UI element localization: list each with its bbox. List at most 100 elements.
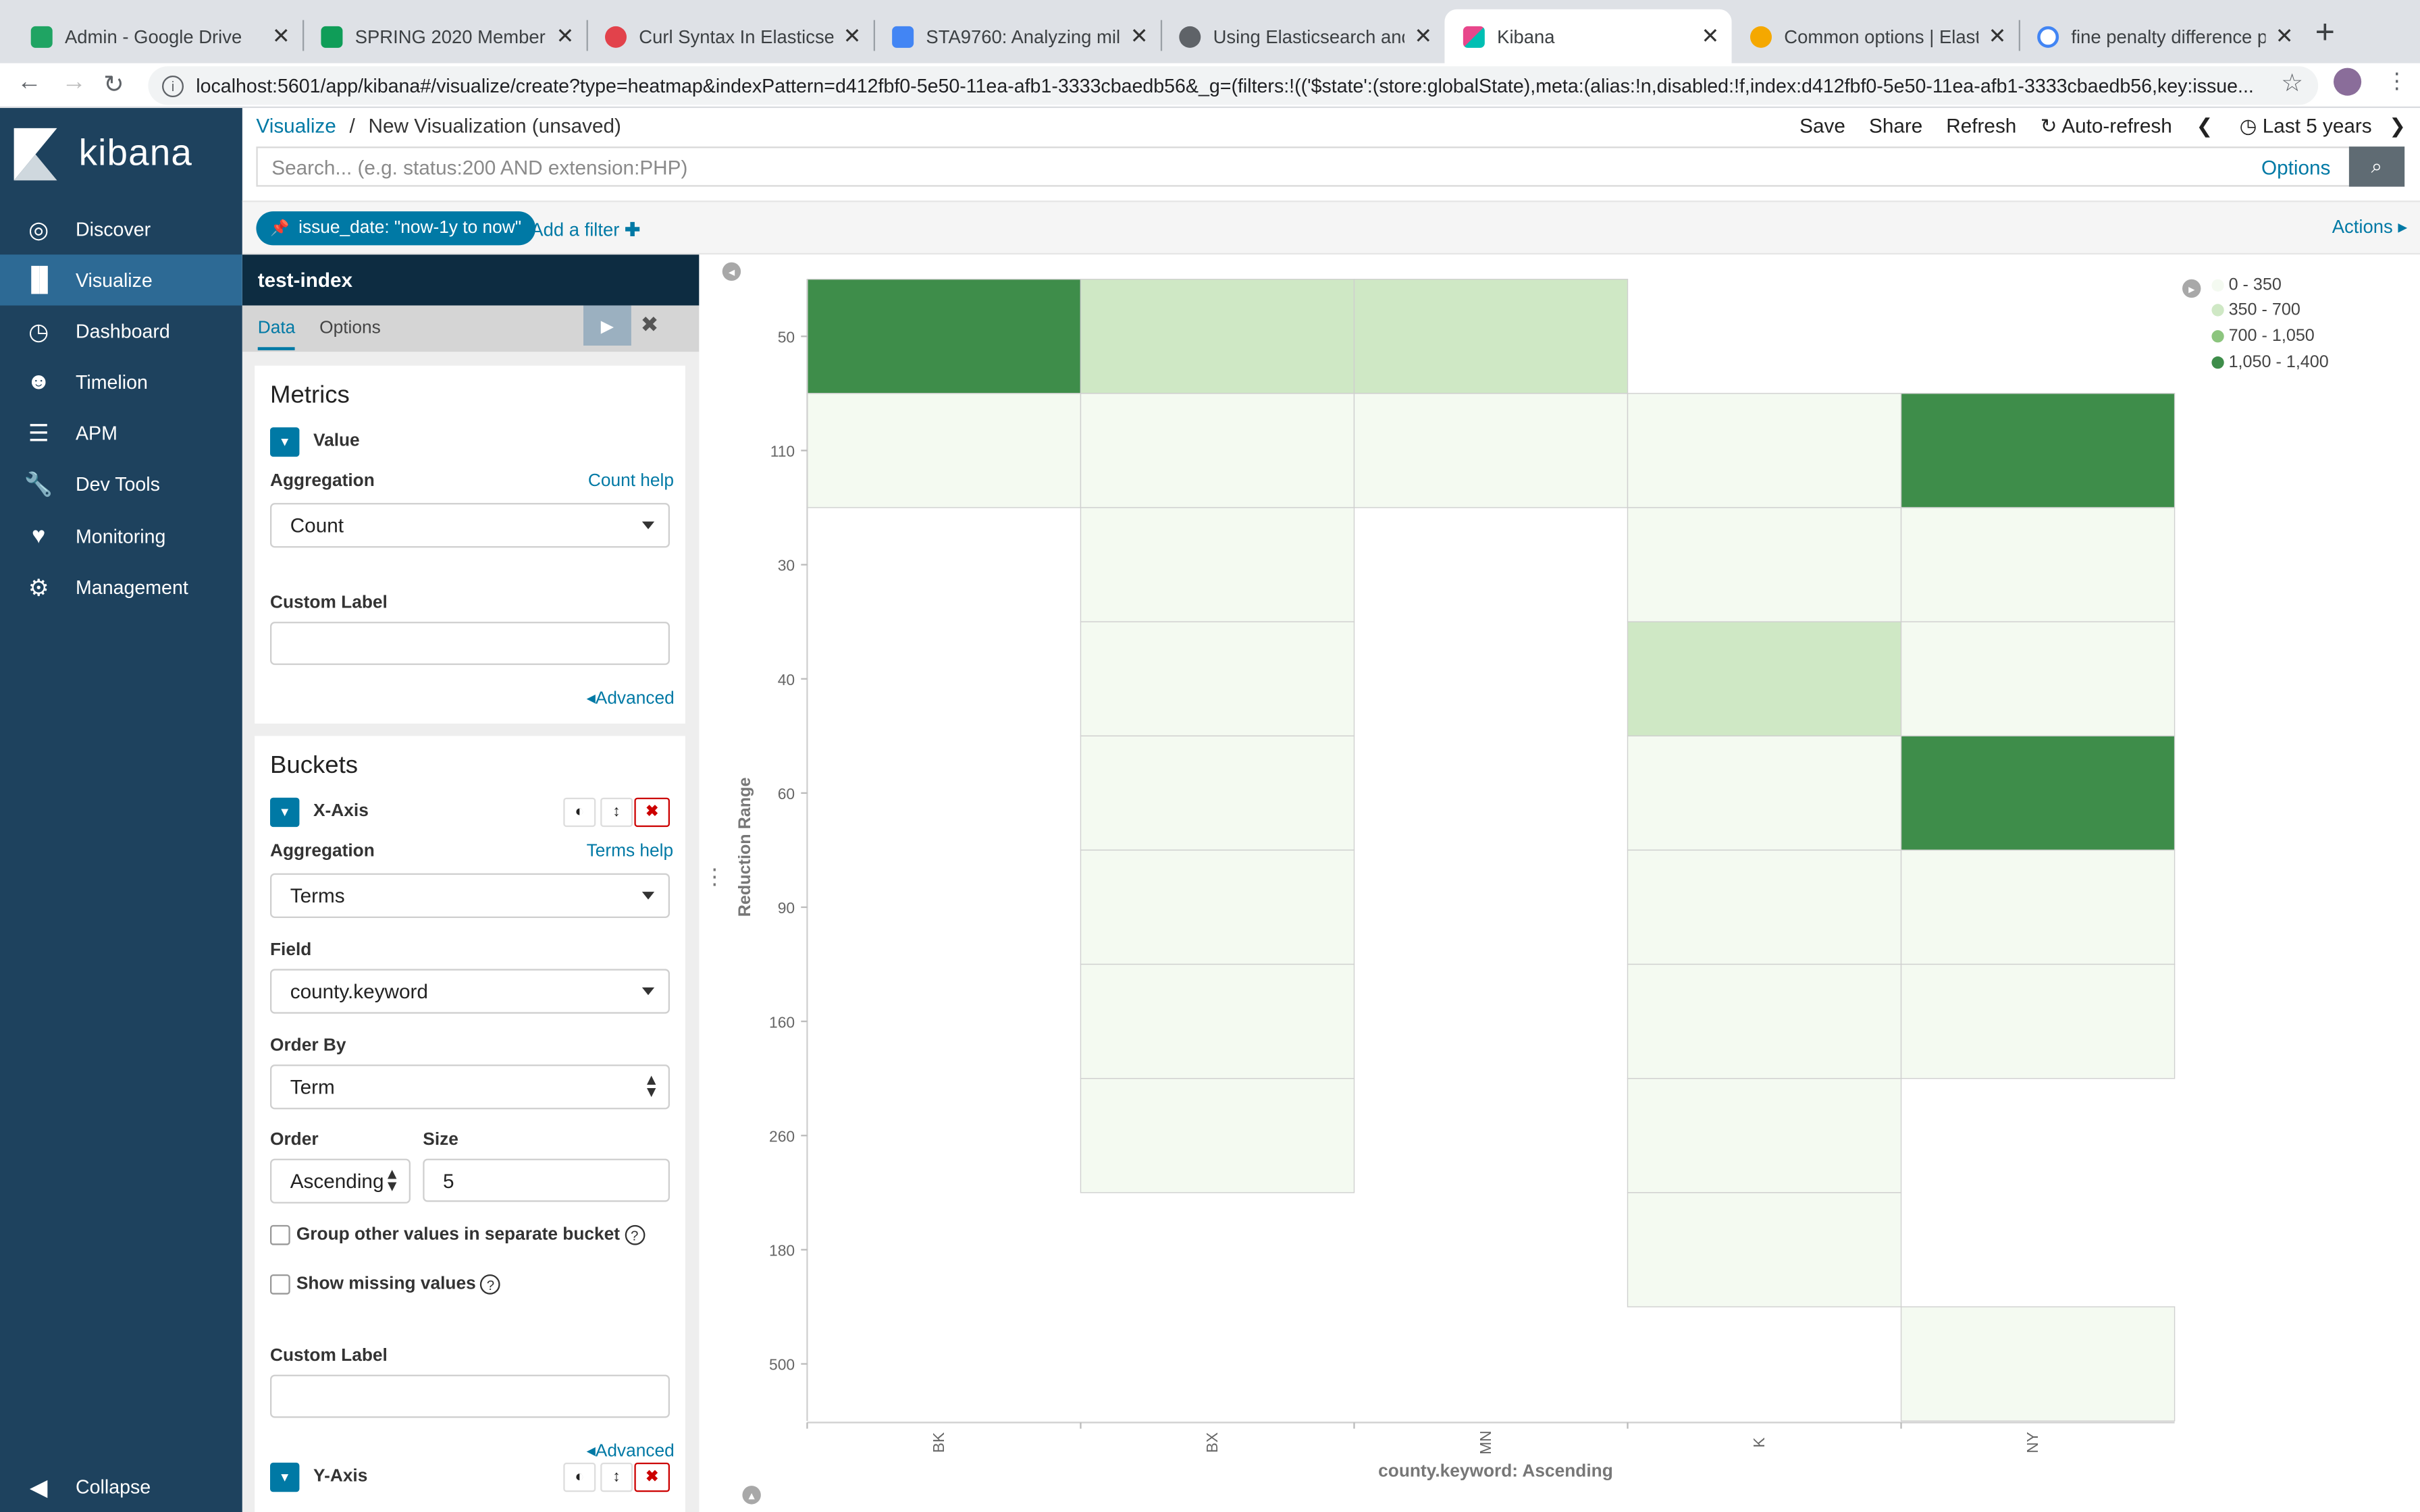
nav-collapse[interactable]: ◀ Collapse	[0, 1461, 242, 1512]
heatmap-cell[interactable]	[1900, 963, 2176, 1079]
tab-options[interactable]: Options	[319, 319, 381, 338]
chevron-down-icon[interactable]: ▼	[270, 1462, 300, 1492]
new-tab-button[interactable]: +	[2315, 12, 2335, 52]
add-filter-link[interactable]: Add a filter ✚	[531, 219, 640, 241]
heatmap-cell[interactable]	[1080, 1078, 1355, 1193]
heatmap-cell[interactable]	[1353, 393, 1629, 508]
heatmap-cell[interactable]	[1627, 507, 1902, 622]
nav-monitoring[interactable]: ♥ Monitoring	[0, 511, 242, 562]
close-icon[interactable]: ✕	[1989, 23, 2007, 49]
legend-item[interactable]: 700 - 1,050	[2211, 327, 2315, 346]
heatmap-cell[interactable]	[1900, 1306, 2176, 1422]
browser-tab[interactable]: Admin - Google Drive ✕	[12, 9, 302, 63]
heatmap-cell[interactable]	[1080, 735, 1355, 851]
heatmap-cell[interactable]	[1900, 393, 2176, 508]
group-other-checkbox[interactable]	[270, 1224, 290, 1245]
nav-timelion[interactable]: ☻ Timelion	[0, 356, 242, 407]
field-select[interactable]: county.keyword	[270, 969, 670, 1014]
expand-icon[interactable]: ▴	[742, 1486, 761, 1505]
nav-dev-tools[interactable]: 🔧 Dev Tools	[0, 458, 242, 509]
browser-tab-active[interactable]: Kibana ✕	[1444, 9, 1732, 63]
options-link[interactable]: Options	[2261, 155, 2330, 178]
nav-dashboard[interactable]: ◷ Dashboard	[0, 306, 242, 356]
heatmap-cell[interactable]	[1627, 849, 1902, 965]
time-picker[interactable]: ◷ Last 5 years	[2240, 114, 2372, 139]
close-icon[interactable]: ✕	[843, 23, 862, 49]
metric-aggregation-select[interactable]: Count	[270, 503, 670, 548]
heatmap-cell[interactable]	[1080, 963, 1355, 1079]
nav-discover[interactable]: ◎ Discover	[0, 204, 242, 254]
toggle-icon[interactable]: ◐	[563, 1462, 596, 1492]
heatmap-cell[interactable]	[1627, 1192, 1902, 1307]
forward-icon[interactable]: →	[61, 70, 86, 97]
heatmap-cell[interactable]	[1627, 963, 1902, 1079]
profile-avatar[interactable]	[2334, 68, 2362, 96]
resize-handle-icon[interactable]: ⋮	[704, 864, 725, 890]
legend-item[interactable]: 0 - 350	[2211, 276, 2282, 295]
order-by-select[interactable]: Term ▲ ▼	[270, 1064, 670, 1110]
heatmap-cell[interactable]	[1080, 849, 1355, 965]
heatmap-cell[interactable]	[1900, 849, 2176, 965]
remove-bucket-button[interactable]: ✖	[634, 797, 670, 828]
reorder-icon[interactable]: ↕	[600, 1462, 633, 1492]
help-icon[interactable]: ?	[480, 1274, 501, 1295]
heatmap-cell[interactable]	[1627, 1078, 1902, 1193]
apply-changes-button[interactable]: ▶	[583, 305, 631, 346]
discard-changes-button[interactable]: ✖	[641, 312, 659, 338]
nav-visualize[interactable]: ▐▌ Visualize	[0, 254, 242, 306]
heatmap-cell[interactable]	[1080, 507, 1355, 622]
heatmap-cell[interactable]	[1627, 735, 1902, 851]
heatmap-cell[interactable]	[1353, 279, 1629, 394]
heatmap-cell[interactable]	[1900, 621, 2176, 736]
heatmap-cell[interactable]	[1900, 507, 2176, 622]
time-prev-icon[interactable]: ❮	[2197, 114, 2213, 139]
remove-bucket-button[interactable]: ✖	[634, 1462, 670, 1492]
search-button[interactable]: ⌕	[2348, 146, 2405, 187]
reload-icon[interactable]: ↻	[103, 70, 124, 101]
heatmap-cell[interactable]	[806, 393, 1082, 508]
search-input[interactable]: Search... (e.g. status:200 AND extension…	[258, 155, 2261, 178]
browser-tab[interactable]: Curl Syntax In Elasticsearch ✕	[587, 9, 874, 63]
heatmap-cell[interactable]	[1080, 393, 1355, 508]
auto-refresh-button[interactable]: ↻ Auto-refresh	[2041, 114, 2172, 139]
legend-toggle-icon[interactable]: ▸	[2182, 279, 2201, 298]
nav-apm[interactable]: ☰ APM	[0, 407, 242, 458]
share-button[interactable]: Share	[1869, 114, 1922, 137]
back-icon[interactable]: ←	[17, 70, 42, 97]
heatmap-cell[interactable]	[1080, 621, 1355, 736]
heatmap-cell[interactable]	[1900, 735, 2176, 851]
heatmap-cell[interactable]	[1080, 279, 1355, 394]
help-icon[interactable]: ?	[624, 1224, 645, 1245]
browser-tab[interactable]: STA9760: Analyzing million ✕	[874, 9, 1161, 63]
actions-link[interactable]: Actions ▸	[2332, 216, 2407, 238]
url-field[interactable]: i localhost:5601/app/kibana#/visualize/c…	[148, 66, 2319, 105]
metric-custom-label-input[interactable]	[270, 622, 670, 666]
chevron-down-icon[interactable]: ▼	[270, 427, 300, 457]
info-icon[interactable]: i	[162, 74, 184, 97]
filter-pill[interactable]: 📌 issue_date: "now-1y to now"	[256, 211, 535, 246]
save-button[interactable]: Save	[1799, 114, 1845, 137]
browser-tab[interactable]: Common options | Elasticse ✕	[1732, 9, 2019, 63]
refresh-button[interactable]: Refresh	[1946, 114, 2016, 137]
bucket-custom-label-input[interactable]	[270, 1374, 670, 1418]
heatmap-cell[interactable]	[1627, 621, 1902, 736]
close-icon[interactable]: ✕	[1130, 23, 1149, 49]
close-icon[interactable]: ✕	[556, 23, 574, 49]
legend-item[interactable]: 1,050 - 1,400	[2211, 353, 2329, 372]
reorder-icon[interactable]: ↕	[600, 797, 633, 828]
browser-tab[interactable]: Using Elasticsearch and Kib ✕	[1161, 9, 1445, 63]
count-help-link[interactable]: Count help	[588, 472, 674, 490]
kibana-logo[interactable]: kibana	[14, 128, 193, 181]
breadcrumb-visualize-link[interactable]: Visualize	[256, 114, 336, 137]
tab-data[interactable]: Data	[257, 319, 296, 350]
show-missing-checkbox[interactable]	[270, 1274, 290, 1295]
bookmark-star-icon[interactable]: ☆	[2281, 68, 2303, 99]
time-next-icon[interactable]: ❯	[2389, 114, 2406, 139]
heatmap-cell[interactable]	[806, 279, 1082, 394]
toggle-icon[interactable]: ◐	[563, 797, 596, 828]
advanced-toggle[interactable]: ◂Advanced	[587, 1440, 675, 1461]
terms-help-link[interactable]: Terms help	[587, 842, 674, 861]
close-icon[interactable]: ✕	[2276, 23, 2294, 49]
collapse-editor-icon[interactable]: ◂	[722, 262, 741, 281]
heatmap-cell[interactable]	[1627, 393, 1902, 508]
